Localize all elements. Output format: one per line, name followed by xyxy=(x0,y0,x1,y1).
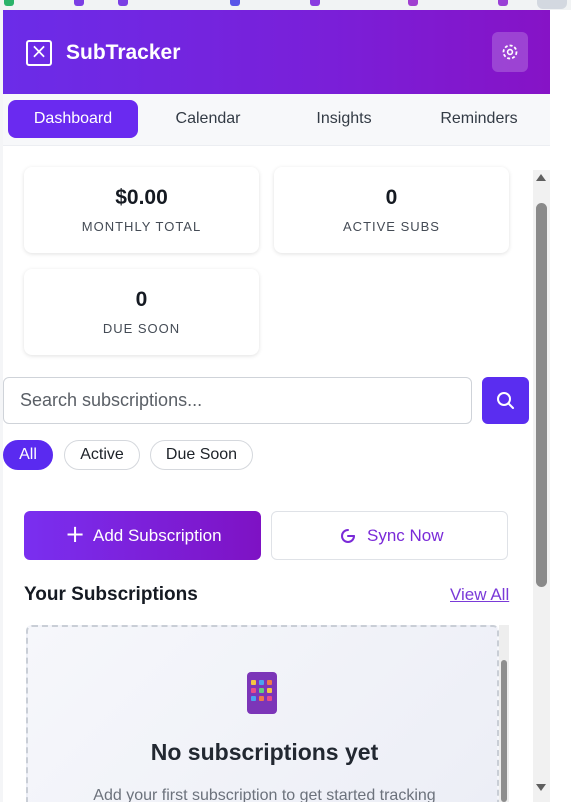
popup-scrollbar-thumb[interactable] xyxy=(536,203,547,587)
extension-icon xyxy=(74,0,84,6)
list-scrollbar[interactable] xyxy=(499,625,509,802)
sync-icon xyxy=(341,529,355,543)
tab-insights[interactable]: Insights xyxy=(279,100,409,138)
settings-button[interactable] xyxy=(492,32,528,72)
subscriptions-heading: Your Subscriptions xyxy=(24,584,198,605)
tab-bar: Dashboard Calendar Insights Reminders xyxy=(3,94,550,146)
stat-value: $0.00 xyxy=(115,186,168,209)
mobile-apps-icon xyxy=(247,672,277,714)
extension-icon xyxy=(4,0,14,6)
empty-state-subtitle: Add your first subscription to get start… xyxy=(93,787,436,802)
stat-value: 0 xyxy=(385,186,398,209)
search-button[interactable] xyxy=(482,377,529,424)
view-all-link[interactable]: View All xyxy=(450,585,509,605)
sync-now-button[interactable]: Sync Now xyxy=(271,511,508,560)
filter-chip-active[interactable]: Active xyxy=(64,440,140,470)
extension-icon xyxy=(310,0,320,6)
stat-card-due-soon: 0 DUE SOON xyxy=(24,269,259,355)
extension-icon xyxy=(230,0,240,6)
extension-popup: × SubTracker Dashboard Calendar Insights… xyxy=(3,10,550,802)
extension-icon xyxy=(118,0,128,6)
stat-card-active-subs: 0 ACTIVE SUBS xyxy=(274,167,509,253)
tab-reminders[interactable]: Reminders xyxy=(414,100,544,138)
popup-scrollbar[interactable] xyxy=(533,170,550,802)
settings-icon xyxy=(502,44,518,60)
extension-icon xyxy=(408,0,418,6)
search-icon xyxy=(497,392,514,409)
stat-label: ACTIVE SUBS xyxy=(343,219,440,234)
add-subscription-label: Add Subscription xyxy=(93,526,222,545)
extensions-button[interactable] xyxy=(537,0,567,9)
stat-value: 0 xyxy=(135,288,148,311)
scroll-up-arrow-icon[interactable] xyxy=(536,174,546,181)
plus-icon: + xyxy=(65,520,86,548)
filter-chip-due-soon[interactable]: Due Soon xyxy=(150,440,253,470)
stat-label: DUE SOON xyxy=(102,321,181,336)
extension-icon xyxy=(498,0,508,6)
app-header: × SubTracker xyxy=(3,10,550,94)
logo-icon: × xyxy=(26,39,52,66)
empty-state: No subscriptions yet Add your first subs… xyxy=(26,625,499,802)
list-scrollbar-thumb[interactable] xyxy=(501,660,507,802)
stat-card-monthly-total: $0.00 MONTHLY TOTAL xyxy=(24,167,259,253)
scroll-down-arrow-icon[interactable] xyxy=(536,784,546,791)
add-subscription-button[interactable]: + Add Subscription xyxy=(24,511,261,560)
search-input[interactable] xyxy=(3,377,472,424)
sync-now-label: Sync Now xyxy=(367,526,444,545)
app-title: SubTracker xyxy=(66,41,181,64)
stat-label: MONTHLY TOTAL xyxy=(81,219,202,234)
tab-dashboard[interactable]: Dashboard xyxy=(8,100,138,138)
dashboard-content: $0.00 MONTHLY TOTAL 0 ACTIVE SUBS 0 DUE … xyxy=(3,160,550,802)
filter-chip-all[interactable]: All xyxy=(3,440,53,470)
browser-toolbar-strip xyxy=(0,0,571,10)
empty-state-title: No subscriptions yet xyxy=(150,739,379,765)
tab-calendar[interactable]: Calendar xyxy=(143,100,273,138)
